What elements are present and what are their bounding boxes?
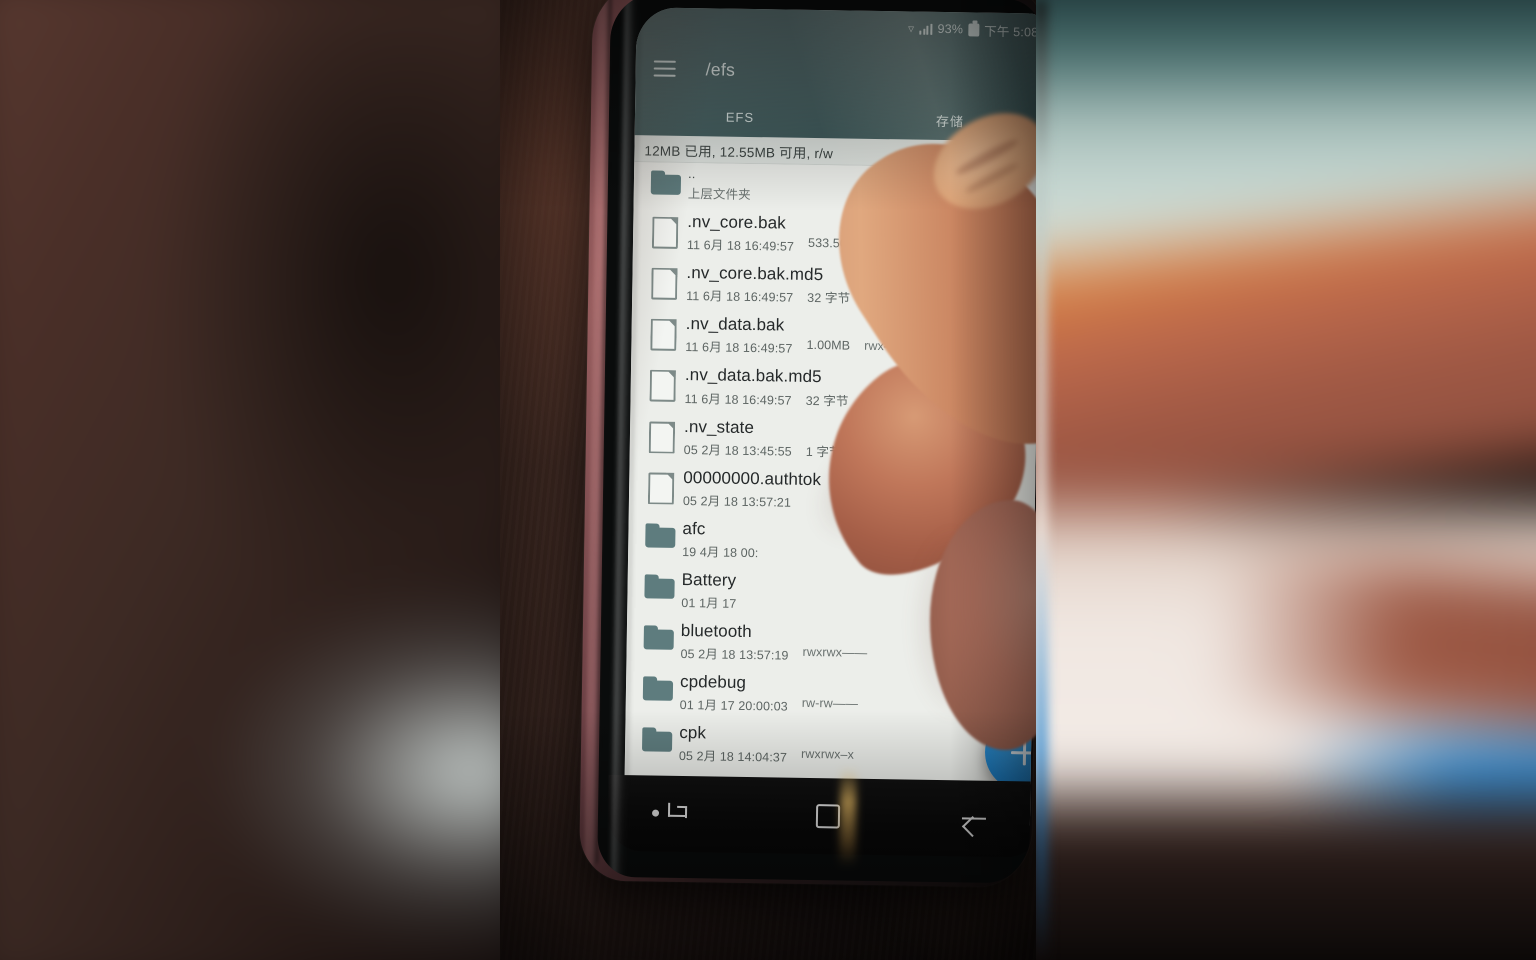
screenshot-stage: ▿ 93% 下午 5:08 /efs (0, 0, 1536, 960)
photo-vignette (500, 0, 1036, 960)
blurred-backdrop-left (0, 0, 500, 960)
photo-of-phone: ▿ 93% 下午 5:08 /efs (500, 0, 1036, 960)
blurred-backdrop-right (1036, 0, 1536, 960)
